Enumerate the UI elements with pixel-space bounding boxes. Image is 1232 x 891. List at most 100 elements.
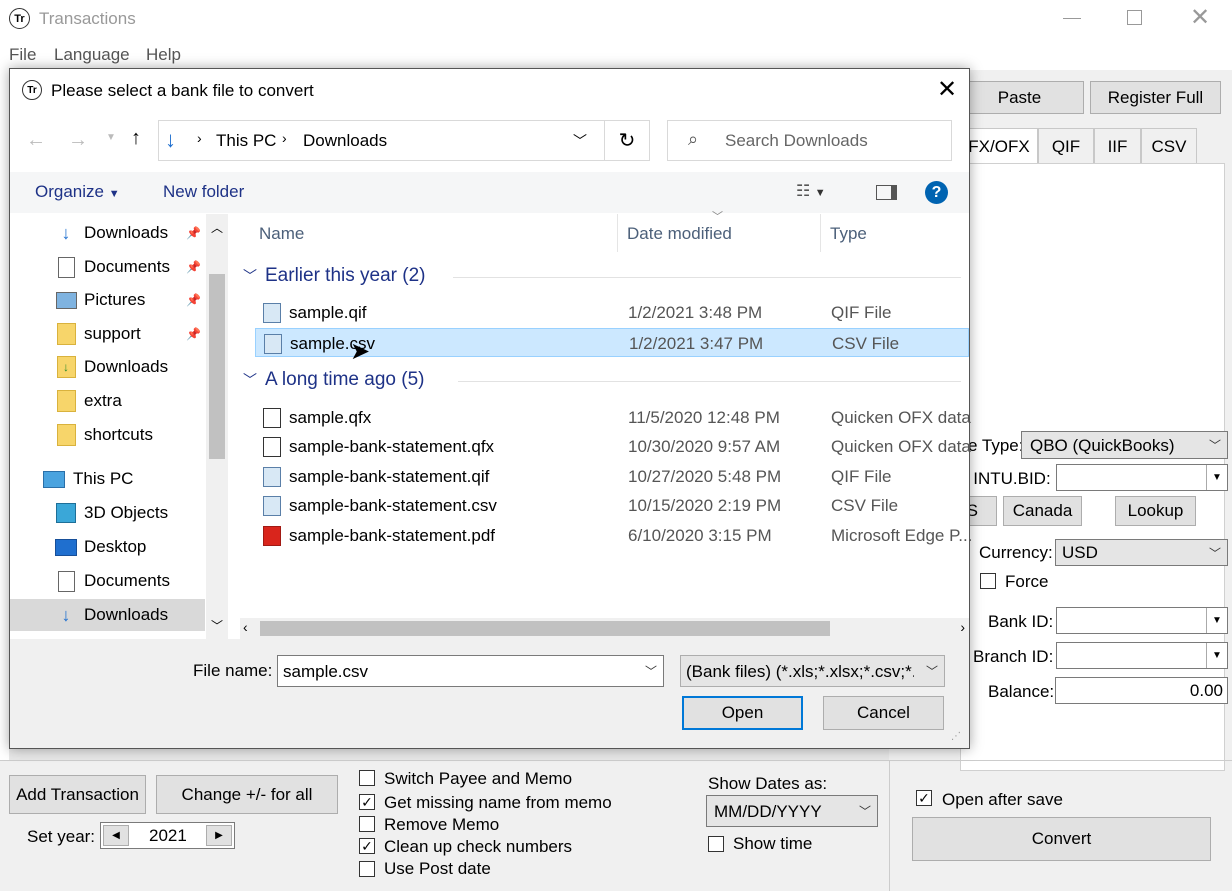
file-type: QIF File bbox=[831, 303, 892, 322]
search-input[interactable]: ⌕ Search Downloads bbox=[667, 120, 952, 161]
minimize-icon[interactable] bbox=[1063, 18, 1081, 19]
file-row[interactable]: sample.qfx 11/5/2020 12:48 PM Quicken OF… bbox=[255, 403, 971, 432]
nav-item-downloads-selected[interactable]: ↓ Downloads bbox=[10, 599, 205, 631]
tab-qfx-ofx[interactable]: FX/OFX bbox=[960, 128, 1038, 164]
breadcrumb-downloads[interactable]: Downloads bbox=[303, 131, 387, 151]
group-header[interactable]: ﹀ A long time ago (5) bbox=[243, 368, 961, 394]
lookup-button[interactable]: Lookup bbox=[1115, 496, 1196, 526]
scroll-down-icon[interactable]: ﹀ bbox=[211, 617, 223, 634]
paste-button[interactable]: Paste bbox=[955, 81, 1084, 114]
clean-check-numbers-checkbox[interactable]: ✓ bbox=[359, 838, 375, 854]
group-header[interactable]: ﹀ Earlier this year (2) bbox=[243, 264, 961, 290]
menu-file[interactable]: File bbox=[9, 45, 36, 65]
organize-button[interactable]: Organize ▼ bbox=[35, 182, 120, 202]
intu-bid-input[interactable]: ▼ bbox=[1056, 464, 1228, 491]
scroll-left-icon[interactable]: ‹ bbox=[243, 619, 248, 635]
nav-item-support[interactable]: support 📌 bbox=[10, 318, 205, 350]
preview-pane-icon[interactable] bbox=[876, 185, 897, 200]
forward-arrow-icon[interactable]: → bbox=[68, 129, 88, 152]
date-format-select[interactable]: MM/DD/YYYY ﹀ bbox=[706, 795, 878, 827]
help-icon[interactable]: ? bbox=[925, 181, 948, 204]
refresh-button[interactable]: ↻ bbox=[604, 120, 650, 161]
file-row[interactable]: sample-bank-statement.qif 10/27/2020 5:4… bbox=[255, 462, 969, 491]
change-sign-button[interactable]: Change +/- for all bbox=[156, 775, 338, 814]
address-bar[interactable]: ↓ › This PC › Downloads ﹀ bbox=[158, 120, 605, 161]
canada-button[interactable]: Canada bbox=[1003, 496, 1082, 526]
tab-csv[interactable]: CSV bbox=[1141, 128, 1197, 164]
file-date: 1/2/2021 3:48 PM bbox=[628, 303, 763, 322]
intu-bid-dropdown[interactable]: ▼ bbox=[1206, 465, 1227, 490]
menu-language[interactable]: Language bbox=[54, 45, 130, 65]
balance-input[interactable]: 0.00 bbox=[1055, 677, 1228, 704]
file-row[interactable]: sample.qif 1/2/2021 3:48 PM QIF File bbox=[255, 298, 969, 327]
missing-name-checkbox[interactable]: ✓ bbox=[359, 794, 375, 810]
file-type-select[interactable]: QBO (QuickBooks) ﹀ bbox=[1021, 431, 1228, 459]
document-icon bbox=[55, 570, 77, 592]
nav-item-desktop[interactable]: Desktop bbox=[10, 531, 205, 563]
nav-item-pictures[interactable]: Pictures 📌 bbox=[10, 284, 205, 316]
nav-item-documents-quick[interactable]: Documents 📌 bbox=[10, 251, 205, 283]
file-row[interactable]: sample-bank-statement.qfx 10/30/2020 9:5… bbox=[255, 432, 971, 461]
branch-id-input[interactable]: ▼ bbox=[1056, 642, 1228, 669]
close-icon[interactable]: ✕ bbox=[1190, 3, 1210, 32]
branch-id-dropdown[interactable]: ▼ bbox=[1206, 643, 1227, 668]
bank-id-input[interactable]: ▼ bbox=[1056, 607, 1228, 634]
recent-locations-icon[interactable]: ▼ bbox=[106, 132, 116, 143]
nav-scrollbar[interactable]: ︿ ﹀ bbox=[206, 214, 228, 639]
switch-payee-checkbox[interactable] bbox=[359, 770, 375, 786]
add-transaction-button[interactable]: Add Transaction bbox=[9, 775, 146, 814]
back-arrow-icon[interactable]: ← bbox=[26, 129, 46, 152]
scroll-right-icon[interactable]: › bbox=[960, 619, 965, 635]
nav-item-extra[interactable]: extra bbox=[10, 385, 205, 417]
file-name-input[interactable]: sample.csv ﹀ bbox=[277, 655, 664, 687]
menu-help[interactable]: Help bbox=[146, 45, 181, 65]
close-icon[interactable]: ✕ bbox=[937, 75, 957, 104]
view-options-icon[interactable]: ☷ ▼ bbox=[796, 181, 826, 201]
file-row[interactable]: sample-bank-statement.pdf 6/10/2020 3:15… bbox=[255, 521, 972, 550]
column-date-modified[interactable]: Date modified bbox=[627, 224, 732, 244]
chevron-down-icon[interactable]: ﹀ bbox=[573, 131, 587, 151]
register-full-button[interactable]: Register Full bbox=[1090, 81, 1221, 114]
nav-item-downloads-quick[interactable]: ↓ Downloads 📌 bbox=[10, 217, 205, 249]
resize-grip-icon[interactable]: ⋰ bbox=[951, 731, 961, 742]
cancel-button[interactable]: Cancel bbox=[823, 696, 944, 730]
column-name[interactable]: Name bbox=[259, 224, 304, 244]
nav-item-this-pc[interactable]: This PC bbox=[10, 463, 205, 495]
nav-scroll-thumb[interactable] bbox=[209, 274, 225, 459]
new-folder-button[interactable]: New folder bbox=[163, 182, 244, 202]
show-time-checkbox[interactable] bbox=[708, 836, 724, 852]
year-prev-button[interactable]: ◀ bbox=[103, 825, 129, 846]
breadcrumb-this-pc[interactable]: This PC bbox=[216, 131, 276, 151]
year-spinner[interactable]: ◀ 2021 ▶ bbox=[100, 822, 235, 849]
remove-memo-checkbox[interactable] bbox=[359, 816, 375, 832]
column-type[interactable]: Type bbox=[830, 224, 867, 244]
year-next-button[interactable]: ▶ bbox=[206, 825, 232, 846]
up-arrow-icon[interactable]: ↑ bbox=[131, 127, 141, 150]
file-row[interactable]: sample-bank-statement.csv 10/15/2020 2:1… bbox=[255, 491, 969, 520]
nav-item-shortcuts[interactable]: shortcuts bbox=[10, 419, 205, 451]
tab-iif[interactable]: IIF bbox=[1094, 128, 1141, 164]
nav-label: Documents bbox=[84, 257, 170, 276]
grid-scrollbar[interactable] bbox=[9, 748, 889, 760]
currency-select[interactable]: USD ﹀ bbox=[1055, 539, 1228, 566]
balance-value: 0.00 bbox=[1189, 681, 1223, 700]
open-after-save-checkbox[interactable]: ✓ bbox=[916, 790, 932, 806]
open-button[interactable]: Open bbox=[682, 696, 803, 730]
maximize-icon[interactable] bbox=[1127, 10, 1142, 25]
dialog-title: Please select a bank file to convert bbox=[51, 81, 314, 100]
nav-item-3d-objects[interactable]: 3D Objects bbox=[10, 497, 205, 529]
file-type-filter-select[interactable]: (Bank files) (*.xls;*.xlsx;*.csv;*.t ﹀ bbox=[680, 655, 945, 687]
bank-id-dropdown[interactable]: ▼ bbox=[1206, 608, 1227, 633]
file-list-hscrollbar[interactable]: ‹ › bbox=[240, 618, 969, 639]
chevron-down-icon[interactable]: ﹀ bbox=[645, 663, 657, 680]
hscroll-thumb[interactable] bbox=[260, 621, 830, 636]
use-post-date-checkbox[interactable] bbox=[359, 861, 375, 877]
convert-button[interactable]: Convert bbox=[912, 817, 1211, 861]
force-checkbox[interactable] bbox=[980, 573, 996, 589]
scroll-up-icon[interactable]: ︿ bbox=[211, 219, 223, 236]
nav-item-downloads-folder[interactable]: ↓ Downloads bbox=[10, 351, 205, 383]
search-placeholder: Search Downloads bbox=[725, 131, 868, 150]
nav-item-documents[interactable]: Documents bbox=[10, 565, 205, 597]
tab-qif[interactable]: QIF bbox=[1038, 128, 1094, 164]
file-name: sample-bank-statement.qif bbox=[289, 467, 490, 486]
